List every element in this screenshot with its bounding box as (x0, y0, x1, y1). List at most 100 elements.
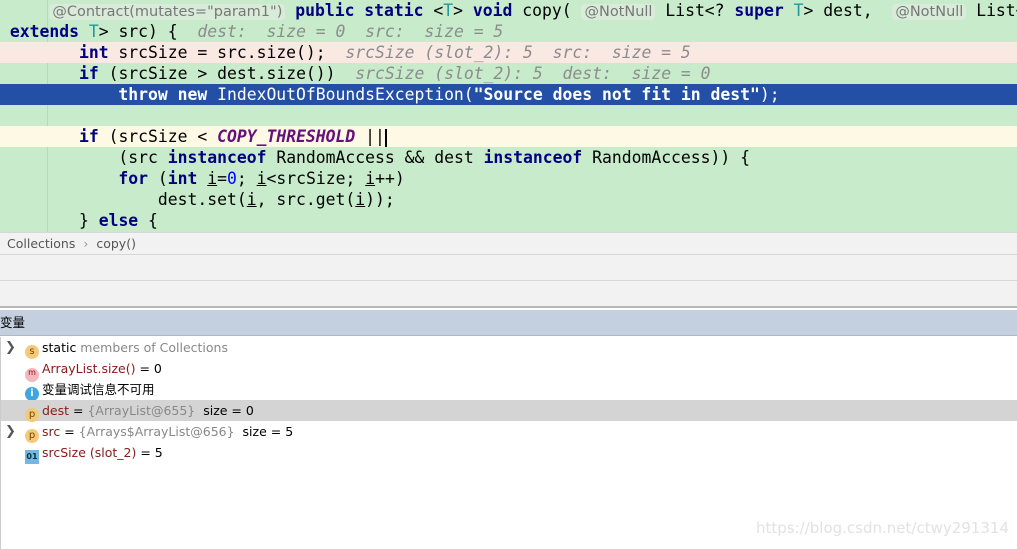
code-token: i (207, 169, 218, 188)
variables-tree: ❯ s static members of Collections m ArrayLis… (0, 337, 1017, 549)
code-token: extends (9, 22, 79, 41)
variable-row[interactable]: ❯ s static members of Collections (1, 337, 1017, 359)
info-icon: i (25, 387, 39, 401)
code-token: srcSize (slot_2): 5 dest: size = 0 (355, 64, 711, 83)
code-token: T (443, 1, 454, 20)
variable-row[interactable]: p dest = {ArrayList@655} size = 0 (1, 400, 1017, 422)
code-token: i (256, 169, 267, 188)
code-line[interactable]: (src instanceof RandomAccess && dest ins… (0, 147, 1017, 168)
variable-size: size = 5 (234, 424, 294, 439)
code-line[interactable]: extends T> src) { dest: size = 0 src: si… (0, 21, 1017, 42)
code-token: public static (295, 1, 424, 20)
code-token: = (217, 169, 228, 188)
variable-row[interactable]: i 变量调试信息不可用 (1, 379, 1017, 401)
variable-row[interactable]: 01 srcSize (slot_2) = 5 (1, 442, 1017, 464)
code-token: @Contract(mutates="param1") (49, 4, 286, 20)
code-token: )); (365, 190, 395, 209)
code-token: if (78, 64, 99, 83)
variable-name: static (42, 340, 77, 355)
code-token: dest: size = 0 src: size = 5 (197, 22, 504, 41)
code-token: i (365, 169, 376, 188)
code-token: RandomAccess)) { (582, 148, 751, 167)
primitive-variable-icon: 01 (25, 450, 39, 464)
code-token: srcSize (slot_2): 5 src: size = 5 (345, 43, 691, 62)
expand-chevron-icon[interactable]: ❯ (5, 421, 16, 442)
code-line[interactable] (0, 105, 1017, 126)
code-token: <srcSize; (266, 169, 366, 188)
code-token: T (793, 1, 804, 20)
static-icon: s (25, 345, 39, 359)
variable-value: = 5 (136, 445, 163, 460)
code-token: (src (118, 148, 168, 167)
code-token: > dest, (803, 1, 893, 20)
code-line[interactable]: throw new IndexOutOfBoundsException("Sou… (0, 84, 1017, 105)
code-token: > src) { (98, 22, 198, 41)
code-token: srcSize = src.size(); (108, 43, 346, 62)
code-token: if (78, 127, 99, 146)
code-line[interactable]: if (srcSize < COPY_THRESHOLD || (0, 126, 1017, 147)
code-token: 0 (227, 169, 237, 188)
chevron-right-icon: › (83, 236, 89, 251)
variable-name: src (42, 424, 61, 439)
code-token: i (246, 190, 257, 209)
code-token: for (118, 169, 149, 188)
code-token: @NotNull (581, 4, 656, 20)
code-line[interactable]: if (srcSize > dest.size()) srcSize (slot… (0, 63, 1017, 84)
breadcrumb: Collections › copy() (0, 232, 1017, 255)
code-line[interactable]: int srcSize = src.size(); srcSize (slot_… (0, 42, 1017, 63)
code-editor[interactable]: @Contract(mutates="param1") public stati… (0, 0, 1017, 232)
variable-value: = (60, 424, 79, 439)
panel-splitter[interactable] (0, 281, 1017, 308)
code-token: ( (148, 169, 168, 188)
parameter-icon: p (25, 429, 39, 443)
code-token: || (355, 127, 385, 146)
code-token: (srcSize > dest.size()) (98, 64, 356, 83)
expand-chevron-icon[interactable]: ❯ (5, 337, 16, 358)
variable-row[interactable]: ❯ p src = {Arrays$ArrayList@656} size = 5 (1, 421, 1017, 443)
code-token: } (78, 211, 99, 230)
variable-value: members of Collections (76, 340, 228, 355)
variable-row[interactable]: m ArrayList.size() = 0 (1, 358, 1017, 382)
code-token: int (167, 169, 198, 188)
parameter-icon: p (25, 408, 39, 422)
variable-value: = (69, 403, 88, 418)
variables-panel-header: 变量 (0, 310, 1017, 336)
code-line[interactable]: @Contract(mutates="param1") public stati… (0, 0, 1017, 21)
code-token: @NotNull (892, 4, 967, 20)
debug-toolbar (0, 255, 1017, 281)
code-token: int (78, 43, 109, 62)
code-token: < (423, 1, 444, 20)
code-token: copy( (512, 1, 582, 20)
code-token: IndexOutOfBoundsException( (207, 85, 474, 104)
code-token: COPY_THRESHOLD (217, 127, 356, 146)
code-token: dest.set( (157, 190, 247, 209)
variable-name: srcSize (slot_2) (42, 445, 137, 460)
code-token: > (453, 1, 473, 20)
code-line[interactable]: for (int i=0; i<srcSize; i++) (0, 168, 1017, 189)
variable-name: 变量调试信息不可用 (42, 382, 155, 397)
code-token: throw new (118, 85, 208, 104)
breadcrumb-item-method[interactable]: copy() (96, 236, 136, 251)
code-token: ); (759, 85, 780, 104)
code-line[interactable]: dest.set(i, src.get(i)); (0, 189, 1017, 210)
code-token: RandomAccess && dest (266, 148, 484, 167)
code-token: "Source does not fit in dest" (473, 85, 760, 104)
code-token: super (734, 1, 784, 20)
text-caret (384, 128, 387, 147)
code-line[interactable]: } else { (0, 210, 1017, 231)
code-token: ; (236, 169, 257, 188)
variable-name: ArrayList.size() (42, 361, 136, 376)
code-token: , src.get( (256, 190, 356, 209)
breadcrumb-item-class[interactable]: Collections (7, 236, 75, 251)
watermark: https://blog.csdn.net/ctwy291314 (756, 519, 1009, 537)
